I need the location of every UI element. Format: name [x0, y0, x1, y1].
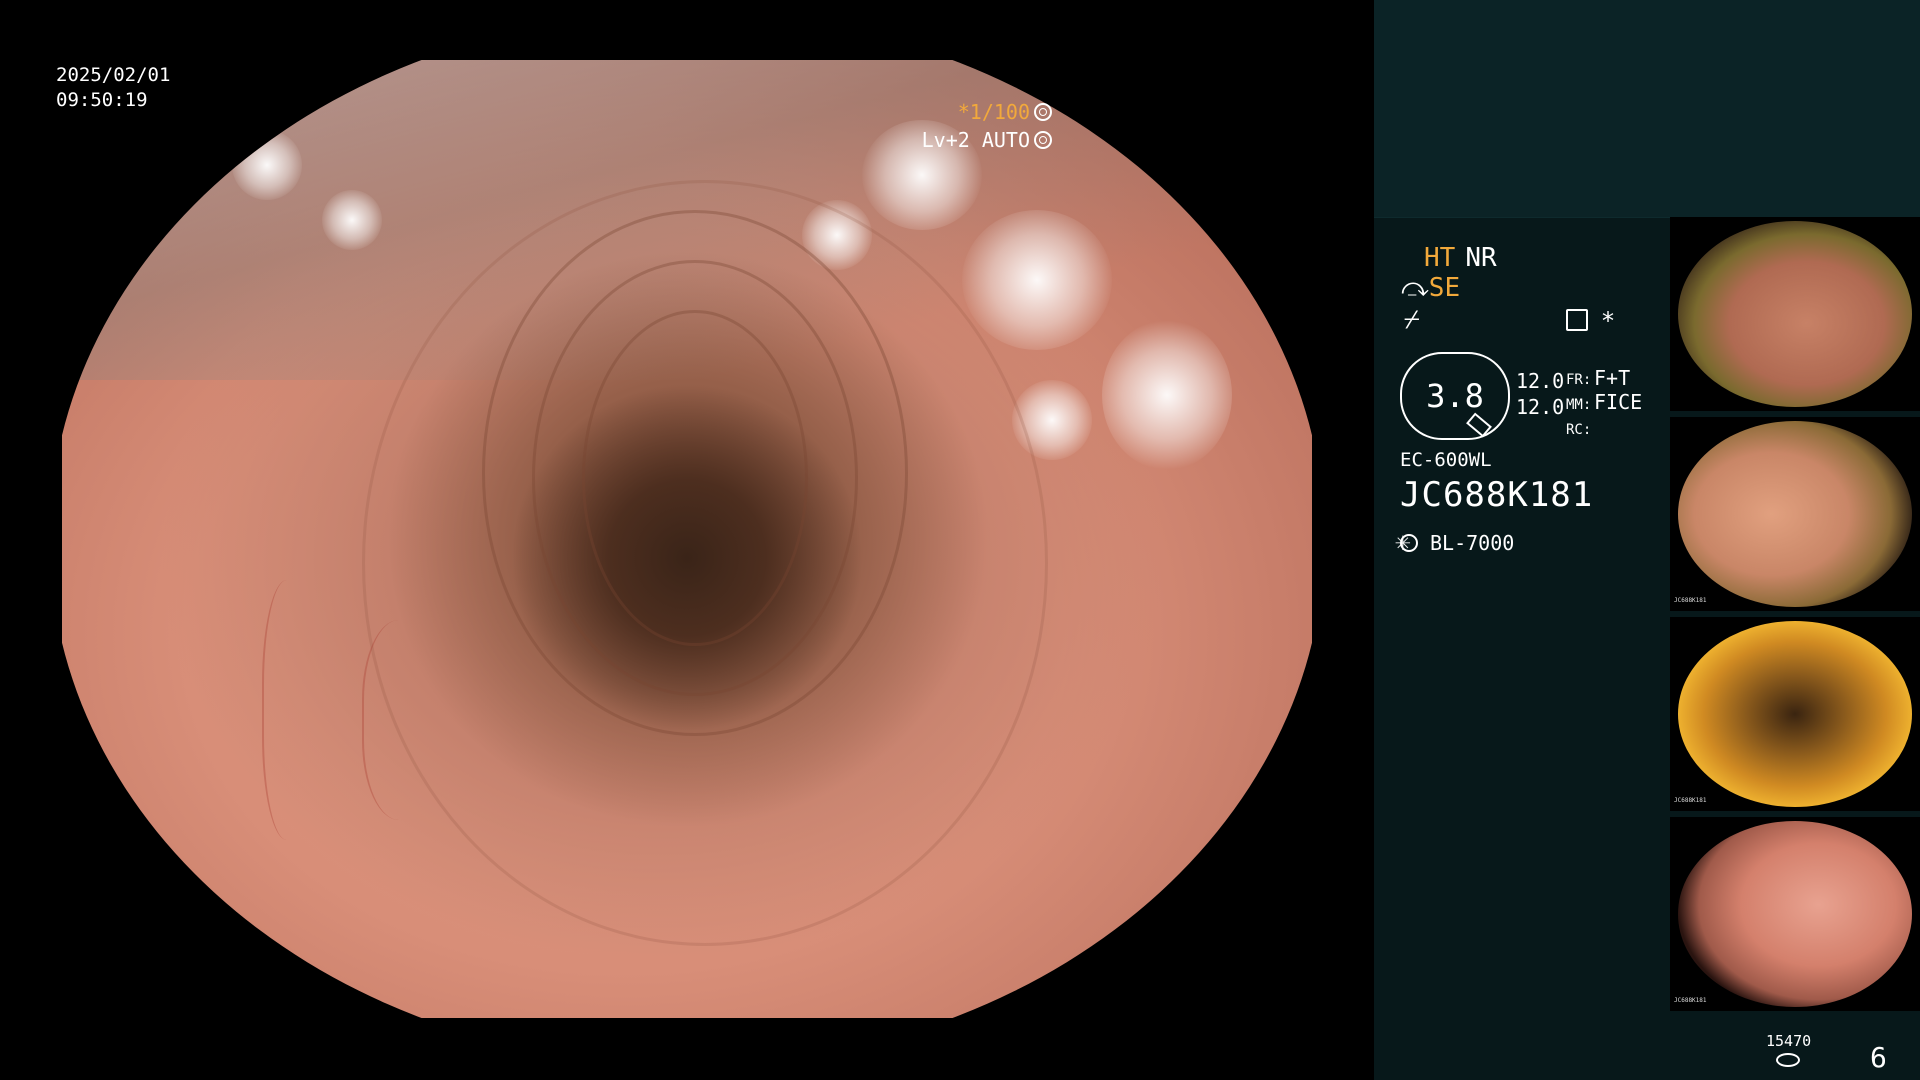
mode-row: HT NR	[1424, 243, 1507, 273]
storage-info: 15470 6	[1374, 1017, 1920, 1080]
fr-label: FR:	[1566, 372, 1592, 388]
glare-spot	[962, 210, 1112, 350]
mm-label: MM:	[1566, 397, 1592, 413]
magnification-value: 3.8	[1426, 377, 1484, 415]
zoom-lever-icon	[1466, 412, 1492, 438]
thumbnail-3[interactable]: JC688K181	[1670, 617, 1920, 811]
glare-spot	[1102, 320, 1232, 470]
storage-count: 15470	[1766, 1032, 1812, 1050]
light-source-icon	[1395, 527, 1418, 557]
bend-icon: ⌿	[1404, 305, 1420, 335]
auto-iris-icon	[1034, 131, 1052, 149]
glare-spot	[322, 190, 382, 250]
scope-serial: JC688K181	[1400, 475, 1594, 515]
light-source-label: BL-7000	[1430, 531, 1515, 555]
thumbnail-1[interactable]	[1670, 217, 1920, 411]
scope-model: EC-600WL	[1400, 449, 1492, 471]
thumbnail-serial: JC688K181	[1674, 997, 1707, 1004]
thumbnail-serial: JC688K181	[1674, 597, 1707, 604]
mm-value: FICE	[1594, 390, 1643, 414]
mucosal-fold	[362, 180, 1048, 946]
disk-icon	[1776, 1053, 1800, 1067]
thumbnail-serial: JC688K181	[1674, 797, 1707, 804]
nr-mode: NR	[1465, 243, 1497, 273]
se-icon: ⤼	[1401, 273, 1429, 303]
exposure-level: Lv+2 AUTO	[921, 128, 1030, 152]
thumbnail-2[interactable]: JC688K181	[1670, 417, 1920, 611]
exposure-info: *1/100 Lv+2 AUTO	[922, 98, 1052, 154]
thumbnail-image	[1678, 621, 1912, 807]
thumbnail-image	[1678, 221, 1912, 407]
endoscope-main-view: 2025/02/01 09:50:19 *1/100 Lv+2 AUTO	[0, 0, 1374, 1080]
shutter-icon	[1034, 103, 1052, 121]
panel-header-area	[1374, 0, 1920, 218]
shutter-speed: *1/100	[957, 100, 1030, 124]
date-text: 2025/02/01	[56, 64, 171, 86]
thumbnail-column: JC688K181 JC688K181 JC688K181	[1670, 217, 1920, 1017]
blood-vessel	[362, 620, 454, 820]
se-mode: SE	[1428, 273, 1461, 303]
settings-list-icon	[1566, 309, 1588, 331]
fr-value: F+T	[1594, 366, 1631, 390]
value-b: 12.0	[1516, 395, 1565, 419]
time-text: 09:50:19	[56, 89, 148, 111]
glare-spot	[232, 130, 302, 200]
asterisk-marker: *	[1602, 307, 1614, 335]
magnification-badge: 3.8	[1400, 352, 1510, 440]
value-a: 12.0	[1516, 369, 1565, 393]
se-row: ⤼SE	[1401, 273, 1460, 304]
ht-mode: HT	[1424, 243, 1456, 273]
rc-label: RC:	[1566, 422, 1592, 438]
blood-vessel	[262, 580, 324, 840]
side-panel: HT NR ⤼SE ⌿ * 3.8 12.0 12.0 FR: F+T MM: F…	[1374, 0, 1920, 1080]
endoscopic-image	[62, 60, 1312, 1018]
thumbnail-image	[1678, 821, 1912, 1007]
page-number: 6	[1870, 1041, 1887, 1074]
datetime-overlay: 2025/02/01 09:50:19	[56, 63, 170, 113]
scope-info-column: HT NR ⤼SE ⌿ * 3.8 12.0 12.0 FR: F+T MM: F…	[1374, 217, 1670, 1080]
thumbnail-image	[1678, 421, 1912, 607]
thumbnail-4[interactable]: JC688K181	[1670, 817, 1920, 1011]
light-source-row: BL-7000	[1395, 527, 1515, 557]
